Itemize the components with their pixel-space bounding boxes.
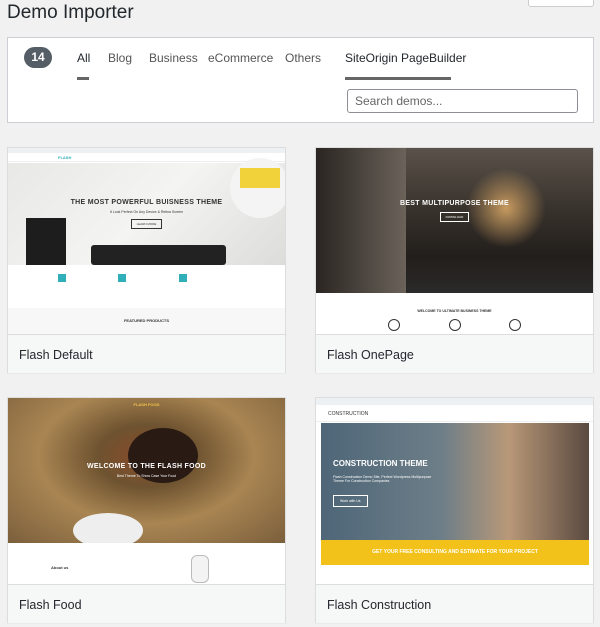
demo-thumbnail: CONSTRUCTION CONSTRUCTION THEME Flash Co… <box>316 398 593 584</box>
demo-thumbnail: FLASH THE MOST POWERFUL BUISNESS THEME I… <box>8 148 285 334</box>
demo-name: Flash Default <box>19 348 93 362</box>
tab-siteorigin-underline <box>345 77 451 80</box>
tab-others[interactable]: Others <box>285 51 321 65</box>
demo-card-flash-onepage[interactable]: BEST MULTIPURPOSE THEME DOWNLOAD WELCOME… <box>315 147 594 373</box>
thumb-logo: CONSTRUCTION <box>328 411 369 417</box>
filter-panel: 14 All Blog Business eCommerce Others Si… <box>7 37 594 123</box>
demo-name: Flash Food <box>19 598 82 612</box>
tab-blog[interactable]: Blog <box>108 51 132 65</box>
thumb-hero: CONSTRUCTION THEME Flash Construction De… <box>321 423 589 540</box>
thumb-hero: BEST MULTIPURPOSE THEME DOWNLOAD <box>316 148 593 293</box>
tab-all-underline <box>77 77 89 80</box>
top-right-button[interactable] <box>528 0 594 7</box>
demo-name: Flash Construction <box>327 598 432 612</box>
page-title: Demo Importer <box>7 2 134 23</box>
demo-card-flash-default[interactable]: FLASH THE MOST POWERFUL BUISNESS THEME I… <box>7 147 286 373</box>
thumb-hero: FLASH FOOD WELCOME TO THE FLASH FOOD Bes… <box>8 398 285 548</box>
search-input[interactable] <box>347 89 578 113</box>
demo-thumbnail: BEST MULTIPURPOSE THEME DOWNLOAD WELCOME… <box>316 148 593 334</box>
demo-name: Flash OnePage <box>327 348 414 362</box>
demo-card-flash-food[interactable]: FLASH FOOD WELCOME TO THE FLASH FOOD Bes… <box>7 397 286 623</box>
demo-card-flash-construction[interactable]: CONSTRUCTION CONSTRUCTION THEME Flash Co… <box>315 397 594 623</box>
tab-siteorigin-pagebuilder[interactable]: SiteOrigin PageBuilder <box>345 51 466 65</box>
thumb-banner: GET YOUR FREE CONSULTING AND ESTIMATE FO… <box>321 540 589 565</box>
demo-thumbnail: FLASH FOOD WELCOME TO THE FLASH FOOD Bes… <box>8 398 285 584</box>
demo-count-badge: 14 <box>24 47 52 68</box>
tab-all[interactable]: All <box>77 51 90 65</box>
tab-ecommerce[interactable]: eCommerce <box>208 51 273 65</box>
thumb-logo: FLASH <box>58 155 72 160</box>
tab-business[interactable]: Business <box>149 51 198 65</box>
thumb-hero: THE MOST POWERFUL BUISNESS THEME It Look… <box>8 158 285 265</box>
